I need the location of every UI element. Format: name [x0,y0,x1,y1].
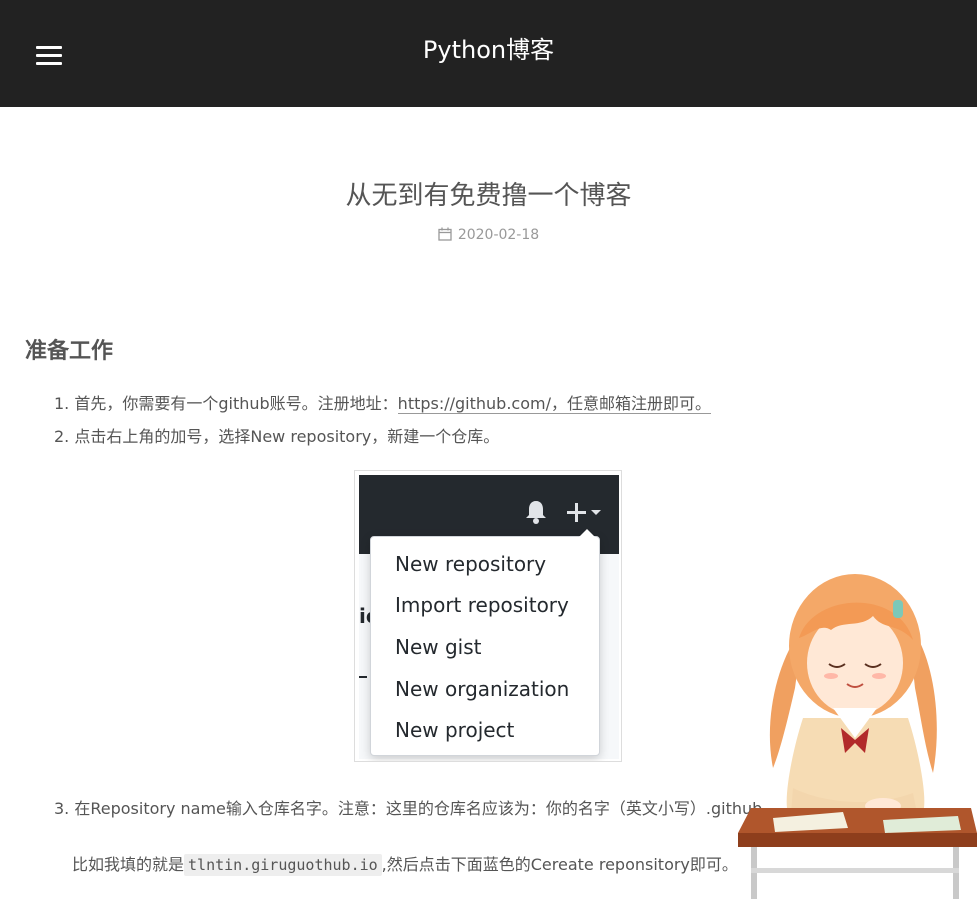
menu-item-new-repository: New repository [395,552,547,576]
list-item: 2. 点击右上角的加号，选择New repository，新建一个仓库。 [54,425,499,449]
repo-name-code: tlntin.giruguothub.io [184,854,382,876]
menu-item-import-repository: Import repository [395,593,569,617]
list-item-text: ,然后点击下面蓝色的Cereate reponsitory即可。 [381,855,738,874]
list-item: 1. 首先，你需要有一个github账号。注册地址：https://github… [54,392,711,416]
post-title: 从无到有免费撸一个博客 [345,181,632,211]
bell-icon [526,501,546,524]
site-header: Python博客 [0,0,977,107]
list-item-text: 比如我填的就是 [72,855,185,874]
list-item: 3. 在Repository name输入仓库名字。注意：这里的仓库名应该为：你… [54,797,762,821]
calendar-icon [438,227,452,241]
list-item-text: 2. 点击右上角的加号，选择New repository，新建一个仓库。 [54,427,500,446]
menu-item-new-organization: New organization [395,677,570,701]
menu-item-new-gist: New gist [395,635,482,659]
post-meta: 2020-02-18 [0,225,977,245]
dropdown-caret [579,529,595,537]
github-signup-link[interactable]: https://github.com/，任意邮箱注册即可。 [397,394,711,414]
site-title[interactable]: Python博客 [0,33,977,67]
new-menu-dropdown: New repository Import repository New gis… [370,529,600,756]
github-screenshot: ie New repository Import repository New … [354,470,622,762]
list-item-text: 1. 首先，你需要有一个github账号。注册地址： [54,394,398,413]
list-item-continuation: 比如我填的就是 tlntin.giruguothub.io ,然后点击下面蓝色的Ce… [72,853,738,877]
section-heading: 准备工作 [25,339,114,364]
list-item-text: 3. 在Repository name输入仓库名字。注意：这里的仓库名应该为：你… [54,799,763,818]
post-date: 2020-02-18 [457,227,540,243]
menu-item-new-project: New project [395,718,515,742]
partial-page-line [359,676,367,678]
plus-dropdown-icon [567,503,601,522]
mascot-girl-illustration[interactable] [733,568,977,899]
